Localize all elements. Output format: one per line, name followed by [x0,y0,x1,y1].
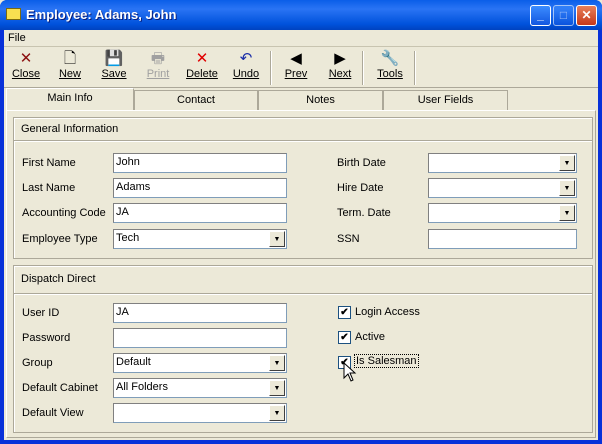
group-value: Default [116,356,151,368]
employee-type-label: Employee Type [22,233,98,245]
chevron-down-icon[interactable]: ▼ [559,155,575,171]
tab-contact[interactable]: Contact [134,90,258,110]
active-label[interactable]: Active [355,331,385,343]
close-button[interactable]: ✕ Close [4,48,48,88]
default-view-select[interactable]: ▼ [113,403,287,423]
mouse-cursor-icon [343,362,357,382]
close-label: Close [11,68,41,80]
toolbar-separator [362,51,364,85]
ssn-label: SSN [337,233,360,245]
first-name-label: First Name [22,157,76,169]
term-date-label: Term. Date [337,207,391,219]
next-icon: ▶ [334,50,346,67]
employee-type-select[interactable]: Tech ▼ [113,229,287,249]
title-bar: Employee: Adams, John _ □ ✕ [0,0,602,30]
toolbar: ✕ Close 🗋 New 💾 Save 🖶 Print ✕ Delete ↶ Undo ◀ Prev ▶ N… [4,48,598,88]
last-name-label: Last Name [22,182,76,194]
accounting-code-field[interactable]: JA [113,203,287,223]
password-label: Password [22,332,71,344]
undo-button[interactable]: ↶ Undo [224,48,268,88]
general-information-group: General Information First Name John Last… [13,117,593,259]
delete-icon: ✕ [195,50,209,67]
undo-label: Undo [232,68,260,80]
toolbar-separator [414,51,416,85]
tools-label: Tools [377,68,403,80]
first-name-field[interactable]: John [113,153,287,173]
user-id-label: User ID [22,307,60,319]
chevron-down-icon[interactable]: ▼ [269,405,285,421]
minimize-button[interactable]: _ [530,5,551,26]
chevron-down-icon[interactable]: ▼ [269,380,285,396]
close-window-button[interactable]: ✕ [576,5,597,26]
new-label: New [58,68,81,80]
prev-button[interactable]: ◀ Prev [274,48,318,88]
group-title: Dispatch Direct [14,266,592,294]
employee-window: Employee: Adams, John _ □ ✕ File ✕ Close 🗋… [0,0,602,444]
is-salesman-label[interactable]: Is Salesman [354,354,419,368]
tools-button[interactable]: 🔧 Tools [368,48,412,88]
prev-icon: ◀ [290,50,302,67]
hire-date-select[interactable]: ▼ [428,178,577,198]
tab-notes[interactable]: Notes [258,90,383,110]
client-area: File ✕ Close 🗋 New 💾 Save 🖶 Print ✕ Delete ↶ Undo ◀ P… [4,30,598,440]
next-label: Next [328,68,352,80]
undo-icon: ↶ [239,50,253,67]
main-info-panel: General Information First Name John Last… [6,110,596,438]
chevron-down-icon[interactable]: ▼ [269,355,285,371]
group-select[interactable]: Default ▼ [113,353,287,373]
ssn-field[interactable] [428,229,577,249]
active-checkbox[interactable]: ✔ [338,331,351,344]
new-icon: 🗋 [63,50,77,67]
default-cabinet-select[interactable]: All Folders ▼ [113,378,287,398]
login-access-label[interactable]: Login Access [355,306,420,318]
save-label: Save [101,68,127,80]
save-icon: 💾 [104,50,124,67]
window-title: Employee: Adams, John [26,7,177,22]
delete-label: Delete [186,68,218,80]
menu-bar: File [4,30,598,47]
tools-icon: 🔧 [380,50,400,67]
accounting-code-label: Accounting Code [22,207,106,219]
default-view-label: Default View [22,407,84,419]
tab-main-info[interactable]: Main Info [6,88,134,111]
next-button[interactable]: ▶ Next [318,48,362,88]
tab-user-fields[interactable]: User Fields [383,90,508,110]
prev-label: Prev [284,68,308,80]
new-button[interactable]: 🗋 New [48,48,92,88]
maximize-button[interactable]: □ [553,5,574,26]
print-label: Print [146,68,170,80]
hire-date-label: Hire Date [337,182,384,194]
chevron-down-icon[interactable]: ▼ [269,231,285,247]
print-icon: 🖶 [150,50,166,67]
last-name-field[interactable]: Adams [113,178,287,198]
default-cabinet-value: All Folders [116,381,168,393]
term-date-select[interactable]: ▼ [428,203,577,223]
folder-icon [6,8,21,20]
password-field[interactable] [113,328,287,348]
close-icon: ✕ [19,50,33,67]
chevron-down-icon[interactable]: ▼ [559,180,575,196]
group-title: General Information [14,118,592,141]
dispatch-direct-group: Dispatch Direct User ID JA Password Grou… [13,265,593,433]
toolbar-separator [270,51,272,85]
group-label: Group [22,357,53,369]
birth-date-select[interactable]: ▼ [428,153,577,173]
default-cabinet-label: Default Cabinet [22,382,98,394]
delete-button[interactable]: ✕ Delete [180,48,224,88]
save-button[interactable]: 💾 Save [92,48,136,88]
employee-type-value: Tech [116,232,140,244]
menu-file[interactable]: File [8,32,26,44]
chevron-down-icon[interactable]: ▼ [559,205,575,221]
login-access-checkbox[interactable]: ✔ [338,306,351,319]
birth-date-label: Birth Date [337,157,386,169]
user-id-field[interactable]: JA [113,303,287,323]
print-button[interactable]: 🖶 Print [136,48,180,88]
